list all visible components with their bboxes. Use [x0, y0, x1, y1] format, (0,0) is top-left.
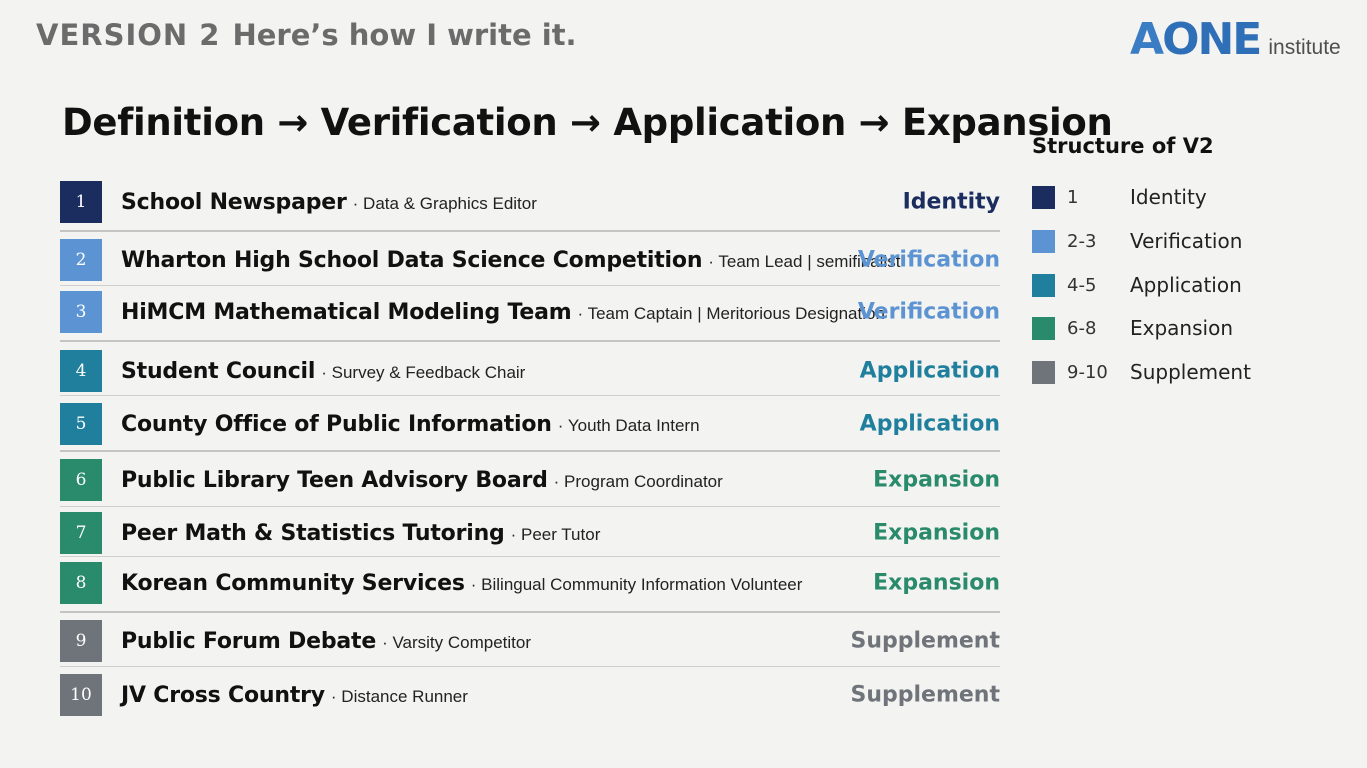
- list-item: 2 Wharton High School Data Science Compet…: [60, 238, 1000, 282]
- item-name: Korean Community Services: [121, 570, 465, 596]
- legend-label: Verification: [1130, 229, 1243, 253]
- legend-swatch: [1032, 185, 1055, 209]
- item-role: · Youth Data Intern: [557, 415, 700, 435]
- item-number-badge: 8: [60, 562, 102, 604]
- list-item: 4 Student Council · Survey & Feedback Chai…: [60, 349, 1000, 393]
- list-item: 6 Public Library Teen Advisory Board · Pro…: [60, 458, 1000, 502]
- item-number-badge: 5: [60, 403, 102, 445]
- item-role: · Bilingual Community Information Volunt…: [470, 574, 803, 594]
- item-name: Wharton High School Data Science Competi…: [121, 247, 703, 273]
- legend-swatch: [1032, 229, 1055, 253]
- legend-swatch: [1032, 360, 1055, 384]
- item-name: County Office of Public Information: [121, 411, 552, 437]
- item-role: · Program Coordinator: [553, 471, 723, 491]
- item-number-badge: 3: [60, 291, 102, 333]
- item-category-tag: Expansion: [873, 570, 1000, 596]
- structure-legend: Structure of V2 1 Identity 2-3 Verification…: [1032, 134, 1251, 384]
- list-item: 1 School Newspaper · Data & Graphics Edit…: [60, 180, 1000, 224]
- item-name: HiMCM Mathematical Modeling Team: [121, 299, 572, 325]
- version-label: VERSION 2: [36, 18, 221, 52]
- legend-swatch: [1032, 273, 1055, 297]
- list-item: 3 HiMCM Mathematical Modeling Team · Team …: [60, 290, 1000, 334]
- legend-range: 9-10: [1067, 361, 1108, 383]
- item-category-tag: Identity: [902, 189, 1000, 215]
- item-category-tag: Supplement: [850, 682, 1001, 708]
- legend-label: Supplement: [1130, 360, 1251, 384]
- row-divider: [60, 340, 1000, 342]
- legend-item: 4-5 Application: [1032, 272, 1252, 298]
- list-item: 7 Peer Math & Statistics Tutoring · Peer T…: [60, 511, 1000, 555]
- row-divider: [60, 666, 1000, 667]
- item-number-badge: 10: [60, 674, 102, 716]
- item-name: Student Council: [121, 358, 316, 384]
- item-role: · Data & Graphics Editor: [352, 193, 537, 213]
- legend-range: 4-5: [1067, 274, 1097, 296]
- legend-item: 6-8 Expansion: [1032, 315, 1252, 341]
- item-name: Peer Math & Statistics Tutoring: [121, 520, 505, 546]
- item-number-badge: 6: [60, 459, 102, 501]
- item-name: Public Library Teen Advisory Board: [121, 467, 548, 493]
- item-number-badge: 2: [60, 239, 102, 281]
- row-divider: [60, 450, 1000, 452]
- list-item: 5 County Office of Public Information · Yo…: [60, 402, 1000, 446]
- list-item: 10 JV Cross Country · Distance Runner Suppl…: [60, 673, 1000, 717]
- item-category-tag: Verification: [857, 247, 1000, 273]
- structure-title: Structure of V2: [1032, 134, 1214, 158]
- item-number-badge: 9: [60, 620, 102, 662]
- item-number-badge: 7: [60, 512, 102, 554]
- legend-range: 6-8: [1067, 317, 1097, 339]
- item-role: · Team Captain | Meritorious Designation: [577, 303, 885, 323]
- legend-label: Expansion: [1130, 316, 1233, 340]
- logo-mark: AONE: [1130, 14, 1262, 65]
- logo: AONE institute: [1130, 18, 1341, 62]
- item-role: · Varsity Competitor: [382, 632, 532, 652]
- item-number-badge: 1: [60, 181, 102, 223]
- item-category-tag: Verification: [857, 299, 1000, 325]
- item-role: · Survey & Feedback Chair: [321, 362, 526, 382]
- item-name: JV Cross Country: [121, 682, 325, 708]
- item-name: School Newspaper: [121, 189, 347, 215]
- legend-swatch: [1032, 316, 1055, 340]
- logo-text: institute: [1268, 36, 1341, 59]
- legend-range: 2-3: [1067, 230, 1097, 252]
- item-category-tag: Expansion: [873, 467, 1000, 493]
- legend-range: 1: [1067, 186, 1079, 208]
- version-heading: VERSION 2 Here’s how I write it.: [36, 18, 577, 52]
- row-divider: [60, 395, 1000, 396]
- row-divider: [60, 230, 1000, 232]
- row-divider: [60, 556, 1000, 557]
- item-category-tag: Application: [859, 358, 1000, 384]
- item-category-tag: Application: [859, 411, 1000, 437]
- row-divider: [60, 506, 1000, 507]
- legend-item: 9-10 Supplement: [1032, 359, 1252, 385]
- item-number-badge: 4: [60, 350, 102, 392]
- item-name: Public Forum Debate: [121, 628, 377, 654]
- list-item: 8 Korean Community Services · Bilingual Co…: [60, 561, 1000, 605]
- item-category-tag: Supplement: [850, 628, 1001, 654]
- legend-item: 2-3 Verification: [1032, 228, 1252, 254]
- page-title: Definition → Verification → Application …: [62, 101, 1113, 144]
- legend-label: Identity: [1130, 185, 1207, 209]
- legend-label: Application: [1130, 273, 1242, 297]
- version-subtitle: Here’s how I write it.: [232, 18, 577, 52]
- row-divider: [60, 285, 1000, 286]
- row-divider: [60, 611, 1000, 613]
- list-item: 9 Public Forum Debate · Varsity Competitor…: [60, 619, 1000, 663]
- item-category-tag: Expansion: [873, 520, 1000, 546]
- item-role: · Peer Tutor: [510, 524, 601, 544]
- legend-item: 1 Identity: [1032, 184, 1252, 210]
- item-role: · Distance Runner: [330, 686, 468, 706]
